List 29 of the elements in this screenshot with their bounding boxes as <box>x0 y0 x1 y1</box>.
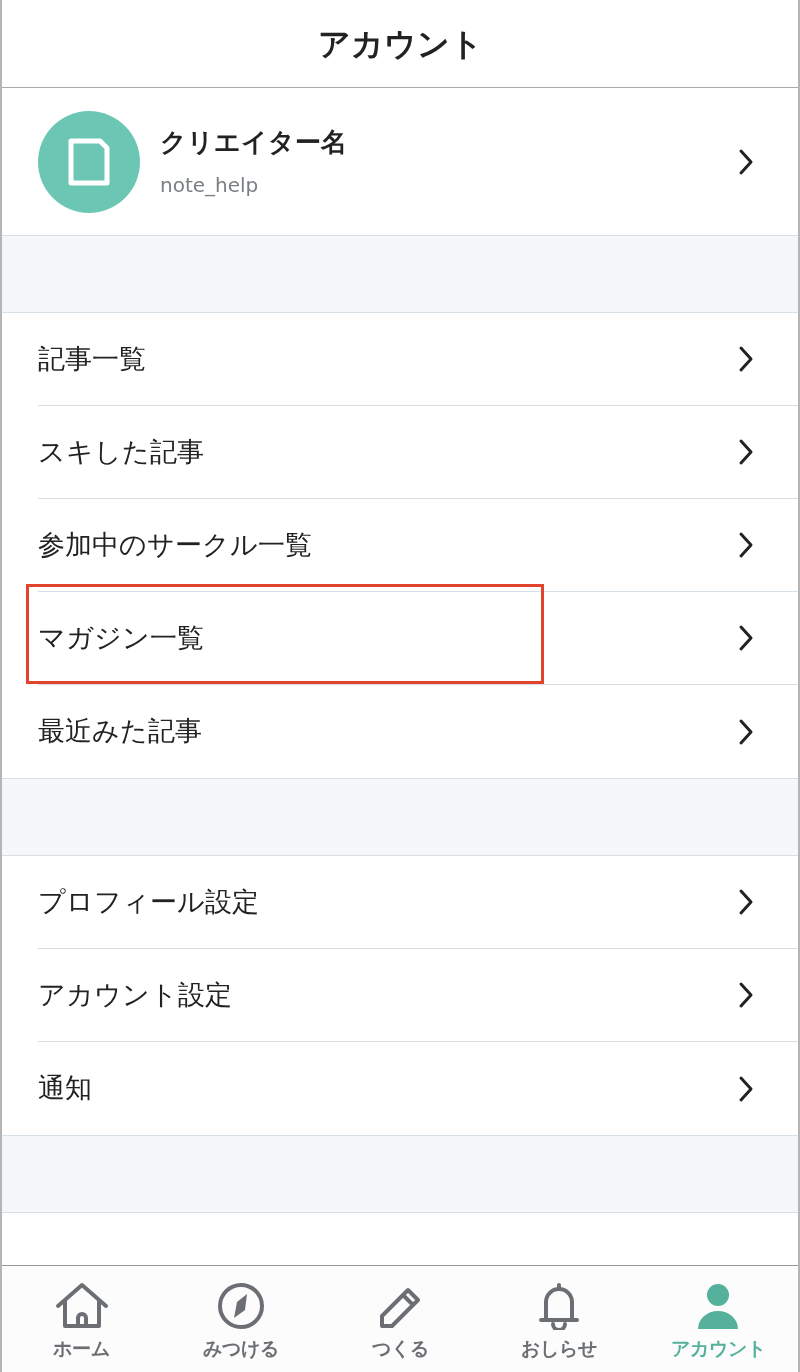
menu-item[interactable]: アカウント設定 <box>38 949 798 1042</box>
tab-button[interactable]: おしらせ <box>479 1266 639 1372</box>
menu-item[interactable]: スキした記事 <box>38 406 798 499</box>
bell-icon <box>537 1282 582 1330</box>
tab-button[interactable]: ホーム <box>2 1266 162 1372</box>
document-icon <box>68 137 110 186</box>
menu-item[interactable]: プロフィール設定 <box>38 856 798 949</box>
menu-item[interactable]: 最近みた記事 <box>38 685 798 778</box>
menu-item[interactable]: マガジン一覧 <box>38 592 798 685</box>
chevron-right-icon <box>738 531 754 559</box>
tab-button[interactable]: みつける <box>161 1266 321 1372</box>
chevron-right-icon <box>738 717 754 746</box>
creator-name: クリエイター名 <box>160 126 348 159</box>
tab-button[interactable]: つくる <box>320 1266 480 1372</box>
chevron-right-icon <box>738 438 754 466</box>
profile-row[interactable]: クリエイター名 note_help <box>2 88 798 236</box>
chevron-right-icon <box>738 624 754 652</box>
chevron-right-icon <box>738 1074 754 1103</box>
menu-item[interactable]: 記事一覧 <box>38 313 798 406</box>
chevron-right-icon <box>738 981 754 1009</box>
home-icon <box>53 1282 110 1330</box>
compass-icon <box>216 1282 265 1330</box>
chevron-right-icon <box>738 147 754 176</box>
menu-item[interactable]: 通知 <box>38 1042 798 1135</box>
chevron-right-icon <box>738 345 754 373</box>
menu-item[interactable]: 参加中のサークル一覧 <box>38 499 798 592</box>
chevron-right-icon <box>738 888 754 916</box>
creator-handle: note_help <box>160 172 260 199</box>
page-title: アカウント <box>317 23 483 65</box>
